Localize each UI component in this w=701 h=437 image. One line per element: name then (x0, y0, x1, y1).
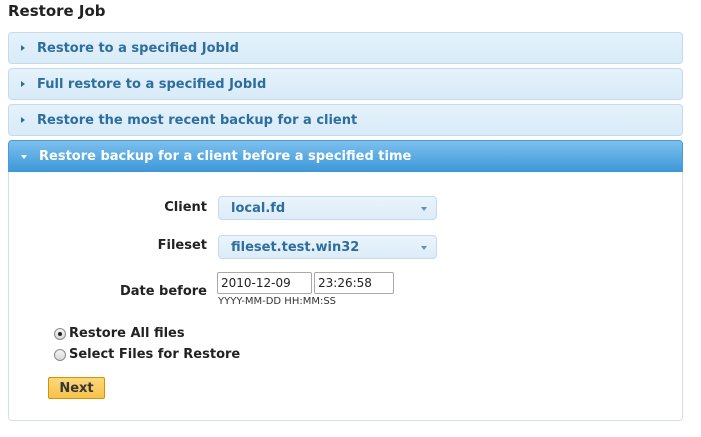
accordion-header-restore-jobid[interactable]: Restore to a specified JobId (8, 32, 683, 64)
chevron-down-icon (421, 246, 427, 250)
accordion-header-label: Full restore to a specified JobId (37, 76, 267, 92)
fileset-select-value: fileset.test.win32 (231, 239, 360, 255)
triangle-down-icon (21, 154, 27, 159)
next-button[interactable]: Next (48, 377, 105, 399)
date-before-label: Date before (119, 284, 207, 299)
restore-all-files-option[interactable]: Restore All files (54, 326, 185, 341)
client-label: Client (164, 200, 207, 215)
radio-unchecked-icon[interactable] (54, 348, 66, 361)
time-input[interactable] (314, 272, 394, 294)
accordion-header-before-specified-time[interactable]: Restore backup for a client before a spe… (8, 140, 683, 173)
accordion-header-label: Restore backup for a client before a spe… (39, 149, 412, 164)
chevron-down-icon (421, 207, 427, 211)
radio-label: Restore All files (69, 326, 185, 341)
triangle-right-icon (21, 117, 25, 123)
triangle-right-icon (21, 81, 25, 87)
accordion-header-label: Restore to a specified JobId (37, 40, 239, 56)
client-select[interactable]: local.fd (218, 196, 437, 220)
date-input[interactable] (217, 272, 312, 294)
fileset-label: Fileset (157, 238, 207, 253)
select-files-option[interactable]: Select Files for Restore (54, 347, 240, 362)
page-title: Restore Job (8, 2, 106, 20)
client-select-value: local.fd (231, 200, 286, 216)
fileset-select[interactable]: fileset.test.win32 (218, 235, 437, 259)
date-format-hint: YYYY-MM-DD HH:MM:SS (218, 296, 337, 307)
accordion-header-most-recent-backup[interactable]: Restore the most recent backup for a cli… (8, 104, 683, 136)
accordion-header-label: Restore the most recent backup for a cli… (37, 112, 358, 128)
radio-checked-icon[interactable] (54, 327, 66, 340)
radio-label: Select Files for Restore (69, 347, 241, 362)
triangle-right-icon (21, 45, 25, 51)
accordion-header-full-restore-jobid[interactable]: Full restore to a specified JobId (8, 68, 683, 100)
